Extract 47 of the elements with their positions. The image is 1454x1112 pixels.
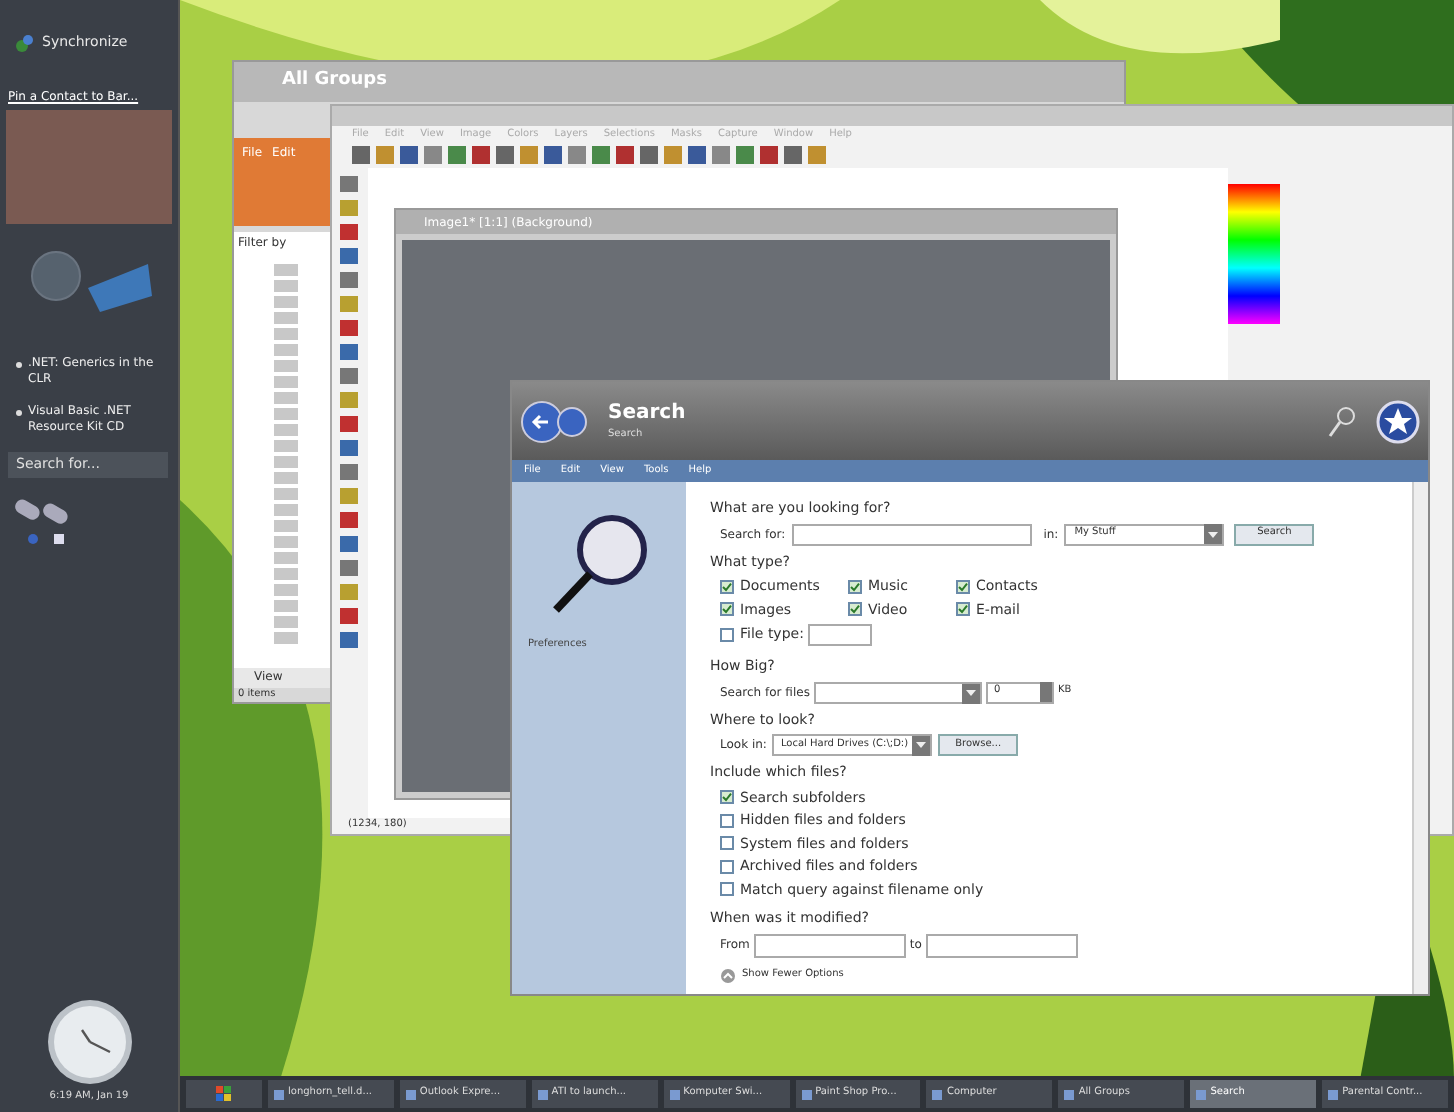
caret-icon (916, 742, 927, 748)
app-icon (1064, 1089, 1075, 1099)
color-palette[interactable] (1228, 184, 1280, 324)
checkbox[interactable] (720, 882, 734, 897)
checkbox[interactable] (720, 602, 734, 617)
collapse-icon[interactable] (720, 967, 736, 983)
sync-icon (16, 33, 34, 52)
search-icon[interactable] (1328, 405, 1356, 437)
checkbox[interactable] (720, 628, 734, 642)
from-date-input[interactable] (753, 933, 906, 957)
checkbox[interactable] (720, 579, 734, 594)
checkbox[interactable] (956, 602, 970, 617)
size-dropdown[interactable] (813, 681, 982, 703)
bullet-icon (16, 361, 22, 367)
bullet-icon (16, 409, 22, 415)
checkbox[interactable] (848, 602, 862, 617)
file-type-input[interactable] (807, 624, 872, 646)
dropdown-button[interactable] (961, 683, 980, 703)
checkbox[interactable] (720, 790, 734, 805)
app-icon (1196, 1089, 1207, 1099)
caret-icon (965, 690, 976, 696)
checkbox[interactable] (720, 813, 734, 828)
scrollbar[interactable] (1412, 482, 1428, 994)
app-icon (669, 1089, 680, 1099)
window-icon[interactable] (54, 533, 64, 543)
checkbox[interactable] (720, 859, 734, 874)
spinner-buttons[interactable] (1039, 682, 1052, 702)
window-title: Search (608, 400, 686, 428)
app-icon (405, 1089, 416, 1099)
app-icon (1328, 1089, 1339, 1099)
windows-logo-icon (216, 1086, 232, 1102)
checkbox[interactable] (956, 579, 970, 594)
start-button[interactable] (186, 1080, 262, 1108)
clock-icon (45, 997, 133, 1085)
app-icon (932, 1089, 943, 1099)
checkbox[interactable] (848, 579, 862, 594)
window-title: All Groups (282, 68, 387, 95)
checkbox[interactable] (720, 836, 734, 851)
search-input[interactable] (791, 523, 1032, 545)
caret-icon (1208, 531, 1219, 537)
dropdown-button[interactable] (1204, 524, 1223, 544)
dropdown-button[interactable] (912, 735, 931, 755)
app-icon (537, 1089, 548, 1099)
app-icon (274, 1089, 284, 1099)
back-forward-icon[interactable] (520, 399, 588, 443)
app-icon (801, 1089, 812, 1099)
to-date-input[interactable] (925, 933, 1078, 957)
